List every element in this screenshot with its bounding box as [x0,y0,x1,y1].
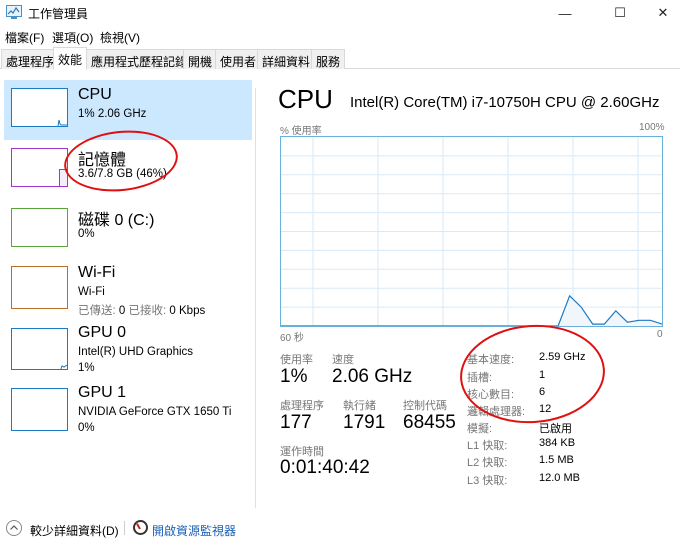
wifi-thumbnail-graph [11,266,68,309]
speed-value: 2.06 GHz [332,366,413,387]
spec-value: 已啟用 [539,423,572,435]
cpu-model-name: Intel(R) Core(TM) i7-10750H CPU @ 2.60GH… [350,94,660,111]
sidebar-item-gpu0[interactable]: GPU 0 Intel(R) UHD Graphics 1% [4,318,252,378]
footer-separator [124,521,125,535]
cpu-usage-chart [281,137,662,326]
wifi-received-value: 0 Kbps [169,305,206,317]
main-title: CPU [278,84,333,114]
threads-value: 1791 [343,412,386,433]
threads-label: 執行緒 [343,400,376,412]
graph-y-label: % 使用率 [280,126,322,137]
usage-label: 使用率 [280,354,313,366]
menu-view[interactable]: 檢視(V) [100,29,140,46]
processes-value: 177 [280,412,312,433]
processes-label: 處理程序 [280,400,324,412]
wifi-sent-label: 已傳送: [78,305,116,317]
wifi-received-label: 已接收: [128,305,167,317]
menu-options[interactable]: 選項(O) [52,29,93,46]
spec-label: 插槽: [467,372,493,384]
gpu1-usage: 0% [78,422,95,434]
tab-bar: 處理程序 效能 應用程式歷程記錄 開機 使用者 詳細資料 服務 [0,47,680,70]
disk-summary: 0% [78,228,95,240]
resource-list: CPU 1% 2.06 GHz 記憶體 3.6/7.8 GB (46%) 磁碟 … [0,70,252,510]
sidebar-item-gpu1[interactable]: GPU 1 NVIDIA GeForce GTX 1650 Ti 0% [4,378,252,438]
spec-label: L2 快取: [467,457,508,469]
cpu-usage-area [281,295,662,326]
maximize-button[interactable]: ☐ [597,0,643,26]
spec-label: 模擬: [467,423,493,435]
open-resource-monitor-link[interactable]: 開啟資源監視器 [152,522,236,539]
tab-users[interactable]: 使用者 [215,49,262,69]
menu-file[interactable]: 檔案(F) [5,29,44,46]
sidebar-item-cpu[interactable]: CPU 1% 2.06 GHz [4,80,252,140]
cpu-summary: 1% 2.06 GHz [78,108,147,120]
menu-bar: 檔案(F) 選項(O) 檢視(V) [0,26,680,46]
uptime-value: 0:01:40:42 [280,457,370,478]
gpu0-model: Intel(R) UHD Graphics [78,346,194,358]
gpu0-label: GPU 0 [78,324,127,341]
spec-label: 核心數目: [467,389,515,401]
gpu1-label: GPU 1 [78,384,127,401]
spec-value: 12 [539,403,552,415]
window-title: 工作管理員 [28,7,89,21]
gpu0-usage: 1% [78,362,95,374]
tab-details[interactable]: 詳細資料 [257,49,316,69]
sidebar-item-disk[interactable]: 磁碟 0 (C:) 0% [4,200,252,260]
tab-services[interactable]: 服務 [311,49,346,69]
sidebar-item-memory[interactable]: 記憶體 3.6/7.8 GB (46%) [4,140,252,200]
handles-label: 控制代碼 [403,400,447,412]
gpu1-model: NVIDIA GeForce GTX 1650 Ti [78,406,232,418]
title-bar: 工作管理員 — ☐ ✕ [0,0,680,26]
usage-value: 1% [280,366,308,387]
chevron-up-icon[interactable] [6,520,22,536]
wifi-adapter: Wi-Fi [78,286,105,298]
close-button[interactable]: ✕ [640,0,680,26]
gpu1-thumbnail-graph [11,388,68,431]
gpu0-thumbnail-graph [11,328,68,370]
tab-performance[interactable]: 效能 [53,47,88,70]
spec-value: 2.59 GHz [539,351,586,363]
disk-label: 磁碟 0 (C:) [78,212,155,229]
cpu-usage-line [281,294,662,326]
graph-x-right-label: 0 [657,329,663,340]
resource-monitor-icon[interactable] [133,520,148,535]
graph-y-max-label: 100% [639,122,665,133]
cpu-label: CPU [78,86,112,103]
minimize-button[interactable]: — [542,0,588,26]
memory-label: 記憶體 [78,152,127,169]
speed-label: 速度 [332,354,354,366]
handles-value: 68455 [403,412,456,433]
spec-label: 邏輯處理器: [467,406,526,418]
spec-value: 1.5 MB [539,454,574,466]
wifi-sent-value: 0 [118,305,126,317]
spec-label: L1 快取: [467,440,508,452]
spec-value: 1 [539,369,546,381]
cpu-thumbnail-graph [11,88,68,127]
spec-value: 12.0 MB [539,472,580,484]
panel-splitter[interactable] [255,88,256,508]
spec-label: 基本速度: [467,354,515,366]
sidebar-item-wifi[interactable]: Wi-Fi Wi-Fi 已傳送: 0 已接收: 0 Kbps [4,258,252,318]
fewer-details-button[interactable]: 較少詳細資料(D) [30,522,119,539]
memory-summary: 3.6/7.8 GB (46%) [78,168,167,180]
task-manager-icon [6,5,22,19]
spec-label: L3 快取: [467,475,508,487]
cpu-usage-graph [280,136,663,327]
tab-processes[interactable]: 處理程序 [1,49,60,69]
tab-startup[interactable]: 開機 [183,49,218,69]
spec-value: 6 [539,386,546,398]
wifi-label: Wi-Fi [78,264,116,281]
graph-x-left-label: 60 秒 [280,333,304,344]
memory-thumbnail-graph [11,148,68,187]
wifi-throughput: 已傳送: 0 已接收: 0 Kbps [78,302,205,318]
spec-value: 384 KB [539,437,576,449]
disk-thumbnail-graph [11,208,68,247]
tab-app-history[interactable]: 應用程式歷程記錄 [86,49,193,69]
footer-bar: 較少詳細資料(D) 開啟資源監視器 [0,512,680,545]
